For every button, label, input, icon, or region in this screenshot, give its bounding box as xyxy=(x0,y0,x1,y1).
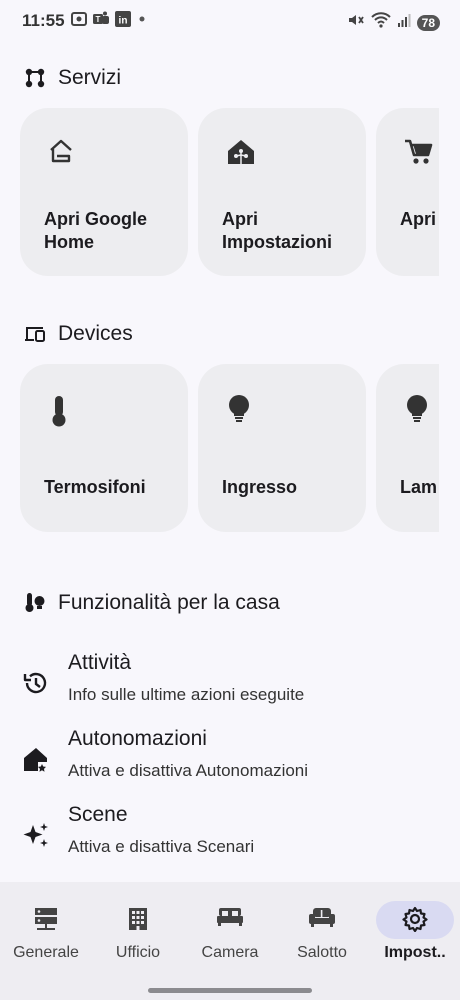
service-card-store[interactable]: Apri della xyxy=(376,108,439,276)
nav-label: Impost.. xyxy=(384,944,446,961)
wifi-icon xyxy=(370,11,391,34)
nav-item-generale[interactable]: Generale xyxy=(0,882,92,982)
devices-icon xyxy=(24,323,46,345)
screenshot-icon xyxy=(70,10,88,28)
feature-title: Scene xyxy=(68,803,128,826)
feature-subtitle: Attiva e disattiva Autonomazioni xyxy=(68,761,309,780)
service-label: Apri Impostazioni xyxy=(222,209,333,252)
device-card-termosifoni[interactable]: Termosifoni xyxy=(20,364,188,532)
devices-carousel[interactable]: Termosifoni Ingresso Lam xyxy=(20,364,439,534)
thermometer-icon xyxy=(48,394,70,433)
svg-text:in: in xyxy=(119,16,128,27)
automation-icon xyxy=(22,745,50,778)
building-icon xyxy=(127,906,149,937)
nav-label: Ufficio xyxy=(115,944,161,961)
cart-icon xyxy=(404,138,434,171)
services-icon xyxy=(24,67,46,89)
google-home-icon xyxy=(48,138,74,169)
devices-header: Devices xyxy=(24,322,133,346)
mute-icon xyxy=(347,11,365,34)
gear-icon xyxy=(402,906,428,937)
services-title: Servizi xyxy=(58,66,122,89)
feature-title: Autonomazioni xyxy=(68,727,207,750)
nav-item-camera[interactable]: Camera xyxy=(184,882,276,982)
features-title: Funzionalità per la casa xyxy=(58,591,280,614)
nav-label: Camera xyxy=(201,944,259,961)
feature-subtitle: Attiva e disattiva Scenari xyxy=(68,837,255,856)
service-label: Apri della xyxy=(400,209,439,229)
service-label: Apri Google Home xyxy=(44,209,147,252)
lightbulb-icon xyxy=(226,394,252,429)
device-card-ingresso[interactable]: Ingresso xyxy=(198,364,366,532)
gesture-handle[interactable] xyxy=(148,988,312,993)
nav-item-salotto[interactable]: Salotto xyxy=(276,882,368,982)
feature-item-scene[interactable]: Scene Attiva e disattiva Scenari xyxy=(0,797,460,867)
status-notification-icons: T in xyxy=(70,10,148,28)
nav-item-impostazioni[interactable]: Impost.. xyxy=(376,882,454,982)
nav-item-ufficio[interactable]: Ufficio xyxy=(92,882,184,982)
nav-label: Generale xyxy=(13,944,79,961)
svg-text:T: T xyxy=(96,15,101,24)
device-label: Lam xyxy=(400,477,438,497)
teams-icon: T xyxy=(92,10,110,28)
linkedin-icon: in xyxy=(114,10,132,28)
feature-item-autonomazioni[interactable]: Autonomazioni Attiva e disattiva Autonom… xyxy=(0,721,460,791)
home-settings-icon xyxy=(226,138,256,171)
dot-icon xyxy=(136,10,148,28)
sparkle-icon xyxy=(22,821,50,854)
home-features-icon xyxy=(24,591,46,615)
lightbulb-icon xyxy=(404,394,430,429)
bed-icon xyxy=(216,906,244,933)
device-label: Termosifoni xyxy=(44,477,146,497)
feature-title: Attività xyxy=(68,651,132,674)
server-icon xyxy=(33,906,59,937)
device-card-lamp[interactable]: Lam xyxy=(376,364,439,532)
status-system-icons: 78 xyxy=(347,11,440,34)
signal-icon xyxy=(397,12,411,33)
device-label: Ingresso xyxy=(222,477,298,497)
services-carousel[interactable]: Apri Google Home Apri Impostazioni Apri … xyxy=(20,108,439,278)
feature-subtitle: Info sulle ultime azioni eseguite xyxy=(68,685,305,704)
services-header: Servizi xyxy=(24,66,121,90)
battery-indicator: 78 xyxy=(416,14,440,31)
bottom-navigation: Generale Ufficio Camera Salotto Impost.. xyxy=(0,882,460,1000)
feature-item-attivita[interactable]: Attività Info sulle ultime azioni esegui… xyxy=(0,645,460,715)
history-icon xyxy=(22,669,50,702)
devices-title: Devices xyxy=(58,322,133,345)
sofa-icon xyxy=(308,906,336,933)
features-header: Funzionalità per la casa xyxy=(24,591,280,615)
status-time: 11:55 xyxy=(22,11,65,30)
service-card-settings[interactable]: Apri Impostazioni xyxy=(198,108,366,276)
nav-label: Salotto xyxy=(297,944,347,961)
service-card-google-home[interactable]: Apri Google Home xyxy=(20,108,188,276)
status-bar: 11:55 T in 78 xyxy=(0,0,460,42)
